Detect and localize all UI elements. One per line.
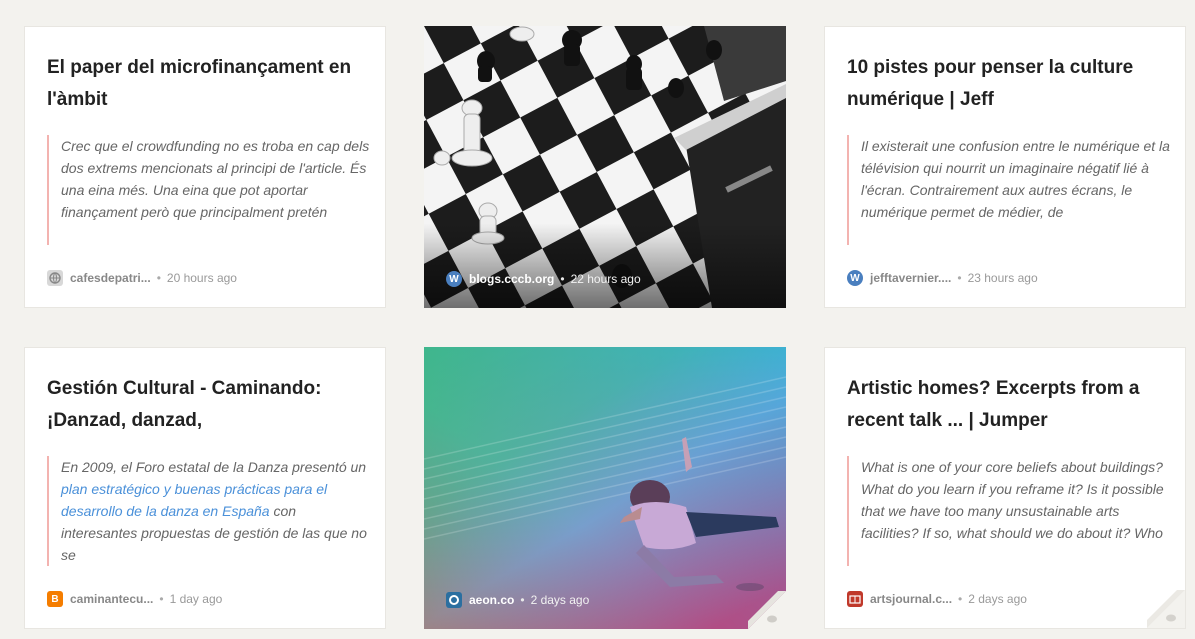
- wordpress-icon: W: [446, 271, 462, 287]
- card-meta: artsjournal.c... • 2 days ago: [847, 590, 1027, 608]
- timestamp: 1 day ago: [169, 592, 223, 606]
- card-excerpt: What is one of your core beliefs about b…: [847, 456, 1173, 566]
- article-card[interactable]: 10 pistes pour penser la culture numériq…: [824, 26, 1186, 308]
- card-title[interactable]: 10 pistes pour penser la culture numériq…: [847, 52, 1167, 116]
- source-link[interactable]: cafesdepatri...: [70, 271, 151, 285]
- timestamp: 20 hours ago: [166, 271, 237, 285]
- article-card[interactable]: Artistic homes? Excerpts from a recent t…: [824, 347, 1186, 629]
- card-excerpt: En 2009, el Foro estatal de la Danza pre…: [47, 456, 373, 566]
- timestamp: 23 hours ago: [967, 271, 1038, 285]
- separator-dot: •: [958, 592, 963, 606]
- chess-board-image: [424, 26, 786, 308]
- source-link[interactable]: aeon.co: [469, 593, 514, 607]
- separator-dot: •: [560, 272, 565, 286]
- separator-dot: •: [520, 593, 525, 607]
- card-title[interactable]: Artistic homes? Excerpts from a recent t…: [847, 373, 1167, 437]
- card-excerpt: Crec que el crowdfunding no es troba en …: [47, 135, 373, 245]
- globe-icon: [47, 270, 63, 286]
- dancer-gradient-image: [424, 347, 786, 629]
- page-curl-corner: [1147, 590, 1185, 628]
- excerpt-text: En 2009, el Foro estatal de la Danza pre…: [61, 459, 367, 475]
- source-link[interactable]: blogs.cccb.org: [469, 272, 554, 286]
- card-title[interactable]: El paper del microfinançament en l'àmbit: [47, 52, 367, 116]
- source-link[interactable]: caminantecu...: [70, 592, 153, 606]
- page-curl-corner: [748, 591, 786, 629]
- card-meta: aeon.co • 2 days ago: [446, 591, 589, 609]
- timestamp: 2 days ago: [968, 592, 1027, 606]
- timestamp: 22 hours ago: [570, 272, 641, 286]
- wordpress-icon: W: [847, 270, 863, 286]
- card-meta: B caminantecu... • 1 day ago: [47, 590, 222, 608]
- card-meta: W blogs.cccb.org • 22 hours ago: [446, 270, 641, 288]
- card-meta: W jefftavernier.... • 23 hours ago: [847, 269, 1038, 287]
- blogger-icon: B: [47, 591, 63, 607]
- card-excerpt: Il existerait une confusion entre le num…: [847, 135, 1173, 245]
- separator-dot: •: [156, 271, 161, 285]
- source-link[interactable]: artsjournal.c...: [870, 592, 952, 606]
- separator-dot: •: [957, 271, 962, 285]
- article-card[interactable]: El paper del microfinançament en l'àmbit…: [24, 26, 386, 308]
- image-article-card[interactable]: W blogs.cccb.org • 22 hours ago: [424, 26, 786, 308]
- timestamp: 2 days ago: [530, 593, 590, 607]
- image-article-card[interactable]: aeon.co • 2 days ago: [424, 347, 786, 629]
- aeon-icon: [446, 592, 462, 608]
- artsjournal-icon: [847, 591, 863, 607]
- separator-dot: •: [159, 592, 164, 606]
- card-title[interactable]: Gestión Cultural - Caminando: ¡Danzad, d…: [47, 373, 367, 437]
- card-meta: cafesdepatri... • 20 hours ago: [47, 269, 237, 287]
- source-link[interactable]: jefftavernier....: [870, 271, 951, 285]
- article-card[interactable]: Gestión Cultural - Caminando: ¡Danzad, d…: [24, 347, 386, 629]
